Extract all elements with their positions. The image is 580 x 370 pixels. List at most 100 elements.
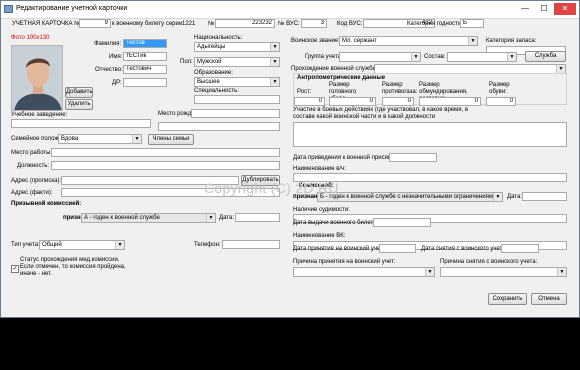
addr-fact-label: Адрес (факти): xyxy=(11,190,53,196)
remove-date-label: Дата снятия с воинского учета: xyxy=(421,246,508,252)
chevron-down-icon: ▼ xyxy=(425,268,434,276)
save-button[interactable]: Сохранить xyxy=(488,293,527,305)
cancel-button[interactable]: Отмена xyxy=(531,293,567,305)
work-label: Место работы: xyxy=(11,150,53,156)
unit-name-label: Наименование в/ч: xyxy=(293,166,346,172)
family-members-button[interactable]: Члены семьи xyxy=(148,134,194,145)
account-type-label: Тип учета: xyxy=(11,242,40,248)
nationality-value: Адыгейцы xyxy=(197,44,226,50)
height-field[interactable]: 0 xyxy=(294,97,325,106)
rank-label: Воинское звание: xyxy=(291,38,340,44)
remove-photo-button[interactable]: Удалить xyxy=(65,99,93,110)
dob-field[interactable] xyxy=(123,78,167,87)
addr-reg-label: Адрес (прописка): xyxy=(11,178,62,184)
remove-date-field[interactable] xyxy=(501,244,539,253)
work-field[interactable] xyxy=(51,148,280,157)
group-combo[interactable]: ▼ xyxy=(339,52,421,62)
draft-commission-title: Призывной комиссией: xyxy=(11,201,82,207)
anthropometry-title: Антропометрические данные xyxy=(297,75,386,81)
chevron-down-icon: ▼ xyxy=(270,43,279,51)
med-commission-status-text: Статус прохождения мед.комиссии. Если от… xyxy=(20,257,126,277)
phone-field[interactable] xyxy=(222,240,280,249)
med-commission-checkbox[interactable]: ✓ xyxy=(11,265,19,273)
composition-combo[interactable]: ▼ xyxy=(447,52,517,62)
patronymic-label: Отчество: xyxy=(95,67,123,73)
fitness-category-field[interactable]: Б xyxy=(460,19,484,28)
draft-recognized-value: А - годен к военной службе xyxy=(84,215,160,221)
card-number-field[interactable]: 9 xyxy=(79,19,111,28)
surname-label: Фамилия: xyxy=(94,41,122,47)
nationality-combo[interactable]: Адыгейцы ▼ xyxy=(194,42,280,52)
chevron-down-icon: ▼ xyxy=(115,241,124,249)
specialty-field[interactable] xyxy=(194,95,280,104)
uniform-size-field[interactable]: 0 xyxy=(419,97,481,106)
commission-recognized-combo[interactable]: Б - годен к военной службе с незначитель… xyxy=(317,192,503,202)
copyright-watermark: Copyright (C) 2D RU xyxy=(204,180,339,196)
ticket-number-label: № xyxy=(208,21,215,27)
chevron-down-icon: ▼ xyxy=(468,37,477,45)
accept-reason-combo[interactable]: ▼ xyxy=(293,267,435,277)
rank-value: Мл. сержант xyxy=(342,38,377,44)
close-button[interactable]: ✕ xyxy=(554,3,576,15)
patronymic-field[interactable]: Тестович xyxy=(123,65,167,74)
surname-value: Тестов xyxy=(126,40,145,46)
service-button[interactable]: Служба xyxy=(525,51,566,62)
account-type-value: Общий xyxy=(42,242,62,248)
dob-label: ДР: xyxy=(112,80,122,86)
birthplace-field-2[interactable] xyxy=(158,122,280,131)
minimize-button[interactable]: — xyxy=(516,3,534,15)
shoe-size-label: Размер обуви: xyxy=(489,82,510,95)
service-history-label: Прохождение военной службы: xyxy=(291,66,379,72)
phone-label: Телефон: xyxy=(194,242,221,248)
draft-date-field[interactable] xyxy=(235,213,280,222)
accept-date-field[interactable] xyxy=(379,244,416,253)
ticket-issue-date-field[interactable] xyxy=(373,218,431,227)
vus-number-field[interactable]: 3 xyxy=(301,19,327,28)
gas-mask-size-label: Размер противогаза: xyxy=(382,82,418,95)
add-photo-button[interactable]: Добавить xyxy=(65,87,93,98)
card-number-label: УЧЕТНАЯ КАРТОЧКА № xyxy=(12,21,81,27)
chevron-down-icon: ▼ xyxy=(493,193,502,201)
accept-reason-label: Причина принятия на воинский учет: xyxy=(293,259,396,265)
ticket-number-field[interactable]: 223232 xyxy=(215,19,275,28)
shoe-size-field[interactable]: 0 xyxy=(486,97,516,106)
head-size-field[interactable]: 0 xyxy=(329,97,376,106)
commission-date-label: Дата: xyxy=(507,194,522,200)
ticket-issue-date-label: Дата выдачи военного билета: xyxy=(293,220,379,226)
remove-reason-combo[interactable]: ▼ xyxy=(440,267,567,277)
account-type-combo[interactable]: Общий ▼ xyxy=(39,240,125,250)
position-field[interactable] xyxy=(51,161,280,170)
birthplace-field[interactable] xyxy=(191,109,280,118)
combat-label: Участие в боевых действиях (где участвов… xyxy=(293,107,469,120)
education-combo[interactable]: Высшее ▼ xyxy=(194,77,280,87)
gas-mask-size-field[interactable]: 0 xyxy=(382,97,414,106)
school-field[interactable] xyxy=(11,119,151,128)
app-icon xyxy=(4,5,13,13)
ticket-series-value: 1221 xyxy=(182,21,196,27)
surname-field[interactable]: Тестов xyxy=(123,39,167,48)
family-status-combo[interactable]: Вдова ▼ xyxy=(58,134,142,144)
vk-name-label: Наименование ВК: xyxy=(293,233,346,239)
education-label: Образование: xyxy=(194,70,233,76)
maximize-button[interactable]: ☐ xyxy=(535,3,553,15)
name-field[interactable]: тЕСТик xyxy=(123,52,167,61)
vus-number-label: № ВУС: xyxy=(278,21,300,27)
draft-recognized-combo[interactable]: А - годен к военной службе ▼ xyxy=(81,213,216,223)
height-label: Рост: xyxy=(297,89,312,95)
composition-label: Состав: xyxy=(424,54,446,60)
sex-combo[interactable]: Мужской ▼ xyxy=(194,57,280,67)
profile-photo xyxy=(11,45,63,111)
rank-combo[interactable]: Мл. сержант ▼ xyxy=(339,36,478,46)
education-value: Высшее xyxy=(197,79,220,85)
group-label: Группа учета: xyxy=(305,54,343,60)
remove-reason-label: Причина снятия с воинского учета: xyxy=(440,259,538,265)
name-label: Имя: xyxy=(109,54,123,60)
commission-date-field[interactable] xyxy=(522,192,567,201)
vus-code-label: Код ВУС: xyxy=(337,21,363,27)
combat-field[interactable] xyxy=(293,122,567,147)
chevron-down-icon: ▼ xyxy=(206,214,215,222)
oath-date-field[interactable] xyxy=(389,153,437,162)
chevron-down-icon: ▼ xyxy=(132,135,141,143)
criminal-record-label: Наличие судимости: xyxy=(293,207,350,213)
edit-card-window: Редактирование учетной карточки — ☐ ✕ УЧ… xyxy=(0,0,580,318)
